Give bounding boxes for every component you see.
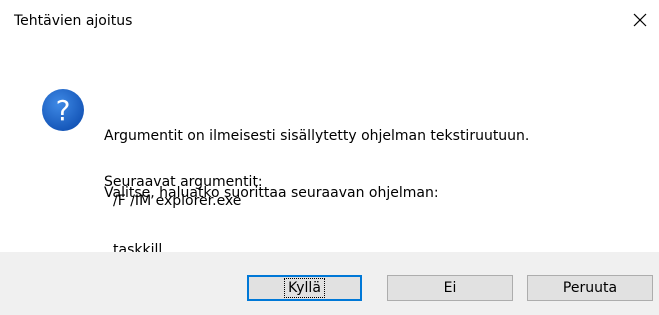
- cancel-button-label: Peruuta: [562, 280, 618, 296]
- arguments-label: Seuraavat argumentit:: [104, 174, 263, 190]
- yes-button-label: Kyllä: [284, 278, 325, 298]
- cancel-button[interactable]: Peruuta: [527, 275, 653, 301]
- no-button-label: Ei: [443, 280, 457, 296]
- close-icon: [633, 13, 647, 27]
- svg-text:?: ?: [56, 94, 71, 127]
- close-button[interactable]: [626, 6, 654, 34]
- yes-button[interactable]: Kyllä: [247, 275, 362, 301]
- arguments-value: /F /IM explorer.exe: [113, 193, 242, 209]
- window-title: Tehtävien ajoitus: [14, 13, 133, 29]
- dialog-window: Tehtävien ajoitus ? Argumentit on ilmeis…: [0, 0, 659, 315]
- no-button[interactable]: Ei: [387, 275, 513, 301]
- question-icon: ?: [42, 89, 84, 131]
- message-line-1: Argumentit on ilmeisesti sisällytetty oh…: [104, 128, 530, 144]
